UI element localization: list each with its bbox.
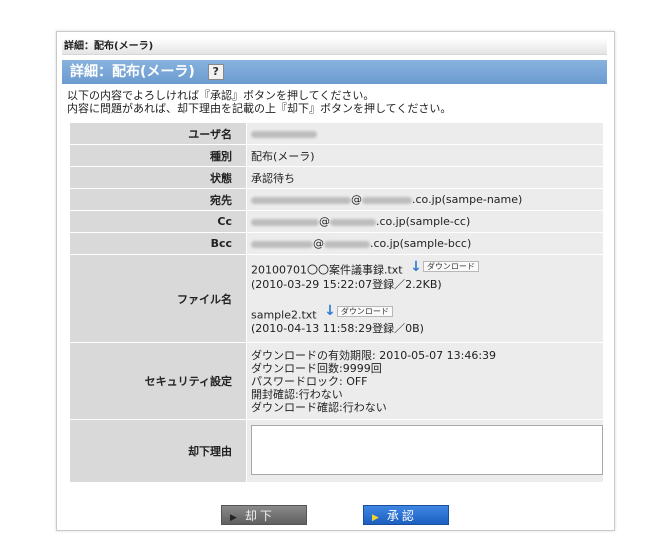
label-to: 宛先	[69, 188, 247, 211]
bcc-suffix: .co.jp(sample-bcc)	[370, 237, 472, 250]
value-type: 配布(メーラ)	[246, 144, 604, 167]
redacted-domain	[362, 196, 412, 204]
page-title-bar: 詳細：配布(メーラ) ?	[62, 60, 607, 84]
file-item: 20100701〇〇案件議事録.txt ↓ ダウンロード	[251, 258, 603, 278]
help-icon[interactable]: ?	[207, 64, 224, 80]
row-status: 状態 承認待ち	[69, 166, 604, 189]
download-arrow-icon: ↓	[324, 303, 336, 319]
row-reason: 却下理由	[69, 419, 604, 483]
redacted-local-part	[251, 240, 313, 248]
value-reason	[246, 419, 604, 483]
file-meta-2: (2010-04-13 11:58:29登録／0B)	[251, 322, 424, 335]
page-title: 詳細：配布(メーラ)	[70, 64, 195, 80]
label-cc: Cc	[69, 210, 247, 233]
label-type: 種別	[69, 144, 247, 167]
row-to: 宛先 @ .co.jp(sampe-name)	[69, 188, 604, 211]
redacted-domain	[330, 218, 376, 226]
label-reason: 却下理由	[69, 419, 247, 483]
label-user: ユーザ名	[69, 122, 247, 145]
row-files: ファイル名 20100701〇〇案件議事録.txt ↓ ダウンロード (2010…	[69, 254, 604, 343]
value-security: ダウンロードの有効期限: 2010-05-07 13:46:39 ダウンロード回…	[246, 342, 604, 420]
redacted-local-part	[251, 196, 351, 204]
play-triangle-icon: ▶	[372, 513, 379, 523]
cc-suffix: .co.jp(sample-cc)	[376, 215, 471, 228]
security-open-confirm: 開封確認:行わない	[251, 387, 343, 401]
file-name-1: 20100701〇〇案件議事録.txt	[251, 263, 403, 277]
detail-table: ユーザ名 種別 配布(メーラ) 状態 承認待ち 宛先 @ .co.jp(sampe…	[69, 122, 604, 483]
intro-text: 以下の内容でよろしければ『承認』ボタンを押してください。 内容に問題があれば、却…	[67, 89, 451, 115]
security-download-confirm: ダウンロード確認:行わない	[251, 400, 387, 414]
value-status: 承認待ち	[246, 166, 604, 189]
file-meta-1: (2010-03-29 15:22:07登録／2.2KB)	[251, 277, 442, 291]
redacted-domain	[324, 240, 370, 248]
file-item: sample2.txt ↓ ダウンロード	[251, 303, 603, 323]
download-button-1[interactable]: ↓ ダウンロード	[410, 258, 479, 275]
label-files: ファイル名	[69, 254, 247, 343]
label-status: 状態	[69, 166, 247, 189]
value-bcc: @ .co.jp(sample-bcc)	[246, 232, 604, 255]
label-security: セキュリティ設定	[69, 342, 247, 420]
value-cc: @ .co.jp(sample-cc)	[246, 210, 604, 233]
reject-button[interactable]: ▶ 却下	[221, 505, 307, 525]
download-arrow-icon: ↓	[410, 258, 422, 275]
play-triangle-icon: ▶	[230, 513, 237, 523]
label-bcc: Bcc	[69, 232, 247, 255]
security-password-lock: パスワードロック: OFF	[251, 374, 368, 388]
security-download-count: ダウンロード回数:9999回	[251, 361, 382, 375]
value-user	[246, 122, 604, 145]
row-cc: Cc @ .co.jp(sample-cc)	[69, 210, 604, 233]
security-expiry: ダウンロードの有効期限: 2010-05-07 13:46:39	[251, 348, 497, 362]
breadcrumb: 詳細：配布(メーラ)	[62, 38, 607, 55]
value-files: 20100701〇〇案件議事録.txt ↓ ダウンロード (2010-03-29…	[246, 254, 604, 343]
approve-button[interactable]: ▶ 承認	[363, 505, 449, 525]
row-user: ユーザ名	[69, 122, 604, 145]
file-name-2: sample2.txt	[251, 308, 317, 321]
intro-line-1: 以下の内容でよろしければ『承認』ボタンを押してください。	[67, 89, 375, 102]
reject-reason-input[interactable]	[251, 424, 603, 475]
to-suffix: .co.jp(sampe-name)	[412, 193, 523, 206]
download-button-2[interactable]: ↓ ダウンロード	[324, 303, 393, 319]
redacted-username	[251, 130, 317, 138]
detail-panel: 詳細：配布(メーラ) 詳細：配布(メーラ) ? 以下の内容でよろしければ『承認』…	[56, 31, 615, 531]
value-to: @ .co.jp(sampe-name)	[246, 188, 604, 211]
intro-line-2: 内容に問題があれば、却下理由を記載の上『却下』ボタンを押してください。	[67, 102, 452, 115]
row-type: 種別 配布(メーラ)	[69, 144, 604, 167]
row-security: セキュリティ設定 ダウンロードの有効期限: 2010-05-07 13:46:3…	[69, 342, 604, 420]
redacted-local-part	[251, 218, 319, 226]
row-bcc: Bcc @ .co.jp(sample-bcc)	[69, 232, 604, 255]
